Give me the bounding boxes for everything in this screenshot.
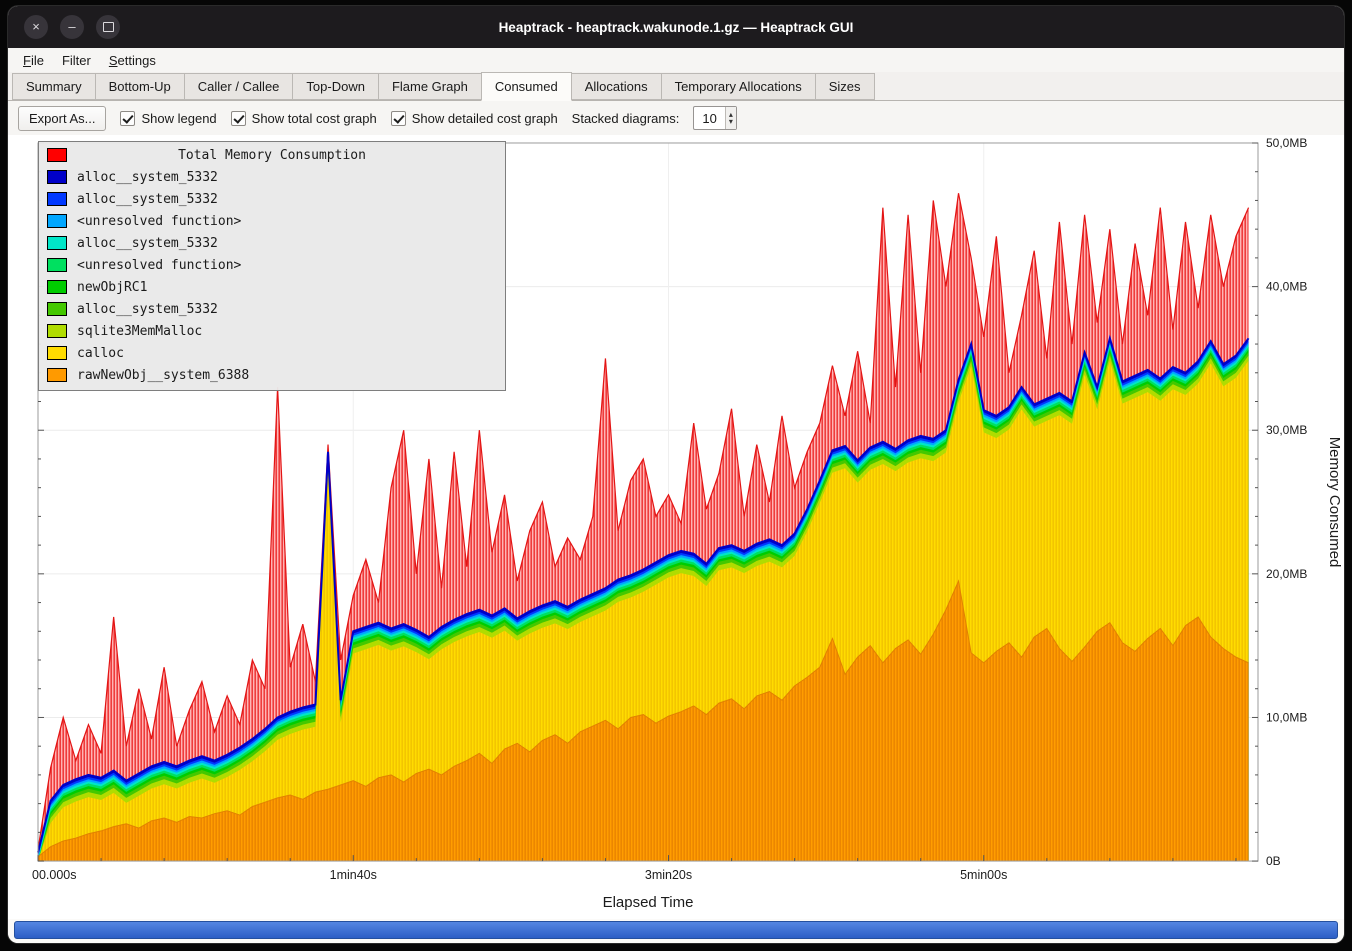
checkbox-show-legend[interactable]: Show legend bbox=[120, 111, 216, 126]
y-tick-label: 30,0MB bbox=[1266, 423, 1307, 437]
legend-item: alloc__system_5332 bbox=[39, 298, 505, 320]
menu-item-label: ettings bbox=[118, 53, 156, 68]
x-axis-title: Elapsed Time bbox=[603, 894, 694, 911]
menu-item-file[interactable]: File bbox=[14, 51, 53, 70]
y-tick-label: 20,0MB bbox=[1266, 567, 1307, 581]
y-tick-label: 0B bbox=[1266, 854, 1281, 868]
spinbox-value: 10 bbox=[694, 107, 724, 129]
minimize-button[interactable]: – bbox=[60, 15, 84, 39]
legend-item: rawNewObj__system_6388 bbox=[39, 364, 505, 386]
checkbox-label: Show legend bbox=[141, 111, 216, 126]
legend-item: sqlite3MemMalloc bbox=[39, 320, 505, 342]
legend-color-swatch bbox=[47, 148, 67, 162]
legend-color-swatch bbox=[47, 214, 67, 228]
timeline-slider[interactable] bbox=[14, 921, 1338, 939]
legend-item: calloc bbox=[39, 342, 505, 364]
legend-item-label: alloc__system_5332 bbox=[77, 192, 218, 207]
legend-color-swatch bbox=[47, 280, 67, 294]
y-tick-label: 40,0MB bbox=[1266, 280, 1307, 294]
legend-item-label: calloc bbox=[77, 346, 124, 361]
close-icon: × bbox=[32, 16, 40, 38]
tab-flame-graph[interactable]: Flame Graph bbox=[378, 73, 482, 100]
x-tick-label: 3min20s bbox=[645, 868, 692, 882]
legend-item: <unresolved function> bbox=[39, 254, 505, 276]
x-tick-label: 1min40s bbox=[330, 868, 377, 882]
legend-color-swatch bbox=[47, 302, 67, 316]
y-tick-label: 50,0MB bbox=[1266, 136, 1307, 150]
legend-color-swatch bbox=[47, 324, 67, 338]
tab-sizes[interactable]: Sizes bbox=[815, 73, 875, 100]
legend-item-label: newObjRC1 bbox=[77, 280, 147, 295]
legend-color-swatch bbox=[47, 236, 67, 250]
y-tick-label: 10,0MB bbox=[1266, 710, 1307, 724]
legend-color-swatch bbox=[47, 368, 67, 382]
spin-down-icon[interactable]: ▾ bbox=[729, 118, 733, 125]
tab-caller-callee[interactable]: Caller / Callee bbox=[184, 73, 294, 100]
legend-color-swatch bbox=[47, 192, 67, 206]
legend-item-label: alloc__system_5332 bbox=[77, 302, 218, 317]
toolbar-checkboxes: Show legend Show total cost graph Show det… bbox=[120, 111, 557, 126]
tab-consumed[interactable]: Consumed bbox=[481, 72, 572, 101]
legend-item: alloc__system_5332 bbox=[39, 188, 505, 210]
checkbox-label: Show detailed cost graph bbox=[412, 111, 558, 126]
legend-color-swatch bbox=[47, 170, 67, 184]
legend-item-label: alloc__system_5332 bbox=[77, 236, 218, 251]
tab-top-down[interactable]: Top-Down bbox=[292, 73, 379, 100]
menu-item-label: ile bbox=[31, 53, 44, 68]
tab-allocations[interactable]: Allocations bbox=[571, 73, 662, 100]
legend-item-label: sqlite3MemMalloc bbox=[77, 324, 202, 339]
minimize-icon: – bbox=[68, 16, 75, 38]
menubar: File Filter Settings bbox=[8, 48, 1344, 72]
tab-bottom-up[interactable]: Bottom-Up bbox=[95, 73, 185, 100]
timeline-slider-track bbox=[8, 919, 1344, 943]
close-button[interactable]: × bbox=[24, 15, 48, 39]
menu-item-filter[interactable]: Filter bbox=[53, 51, 100, 70]
y-axis-title: Memory Consumed bbox=[1326, 437, 1343, 568]
legend-item-label: rawNewObj__system_6388 bbox=[77, 368, 249, 383]
tab-temporary-allocations[interactable]: Temporary Allocations bbox=[661, 73, 816, 100]
checkbox-show-detailed-cost-graph[interactable]: Show detailed cost graph bbox=[391, 111, 558, 126]
legend-item-label: alloc__system_5332 bbox=[77, 170, 218, 185]
window-controls: × – bbox=[24, 15, 120, 39]
window-title: Heaptrack - heaptrack.wakunode.1.gz — He… bbox=[8, 20, 1344, 35]
legend-title-row: Total Memory Consumption bbox=[39, 144, 505, 166]
checkbox-box[interactable] bbox=[391, 111, 406, 126]
tab-summary[interactable]: Summary bbox=[12, 73, 96, 100]
legend-color-swatch bbox=[47, 346, 67, 360]
toolbar: Export As... Show legend Show total cost … bbox=[8, 101, 1344, 135]
legend-item: newObjRC1 bbox=[39, 276, 505, 298]
checkbox-show-total-cost-graph[interactable]: Show total cost graph bbox=[231, 111, 377, 126]
menu-item-label: Filter bbox=[62, 53, 91, 68]
export-as-button[interactable]: Export As... bbox=[18, 106, 106, 131]
x-tick-label: 00.000s bbox=[32, 868, 76, 882]
x-tick-label: 5min00s bbox=[960, 868, 1007, 882]
chart-legend: Total Memory Consumption alloc__system_53… bbox=[38, 141, 506, 391]
app-window: × – Heaptrack - heaptrack.wakunode.1.gz … bbox=[8, 6, 1344, 943]
tabbar: SummaryBottom-UpCaller / CalleeTop-DownF… bbox=[8, 72, 1344, 101]
checkbox-box[interactable] bbox=[120, 111, 135, 126]
spinbox-arrows[interactable]: ▴ ▾ bbox=[725, 107, 736, 129]
maximize-icon bbox=[103, 22, 114, 32]
legend-title: Total Memory Consumption bbox=[178, 148, 366, 163]
legend-item-label: <unresolved function> bbox=[77, 214, 241, 229]
titlebar: × – Heaptrack - heaptrack.wakunode.1.gz … bbox=[8, 6, 1344, 48]
checkbox-box[interactable] bbox=[231, 111, 246, 126]
memory-consumed-chart[interactable]: 0B 10,0MB 20,0MB 30,0MB 40,0MB 50,0MB 00.000s 1… bbox=[8, 135, 1344, 919]
menu-mnemonic: S bbox=[109, 53, 118, 68]
legend-color-swatch bbox=[47, 258, 67, 272]
checkbox-label: Show total cost graph bbox=[252, 111, 377, 126]
maximize-button[interactable] bbox=[96, 15, 120, 39]
menu-item-settings[interactable]: Settings bbox=[100, 51, 165, 70]
menu-mnemonic: F bbox=[23, 53, 31, 68]
legend-item: alloc__system_5332 bbox=[39, 166, 505, 188]
legend-item-label: <unresolved function> bbox=[77, 258, 241, 273]
stacked-diagrams-label: Stacked diagrams: bbox=[572, 111, 680, 126]
legend-item: alloc__system_5332 bbox=[39, 232, 505, 254]
legend-item: <unresolved function> bbox=[39, 210, 505, 232]
stacked-diagrams-spinbox[interactable]: 10 ▴ ▾ bbox=[693, 106, 736, 130]
